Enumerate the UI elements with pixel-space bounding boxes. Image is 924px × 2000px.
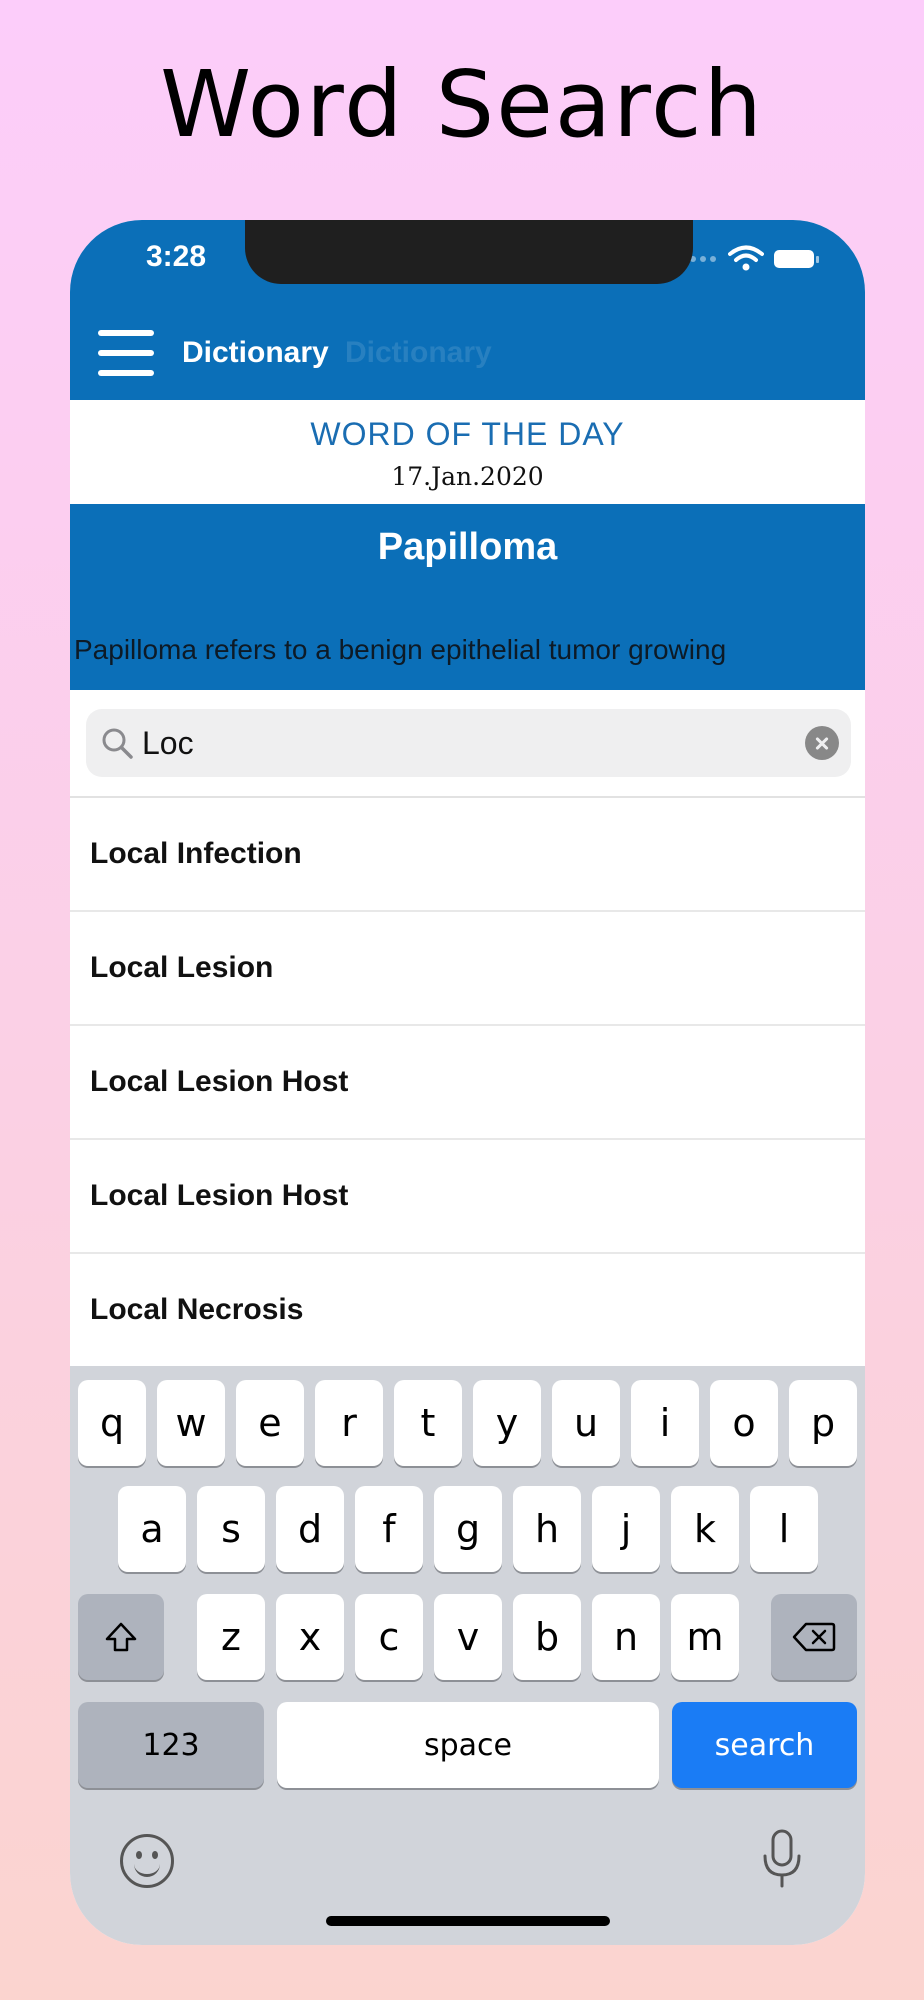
home-indicator[interactable] <box>326 1916 610 1926</box>
key-s[interactable]: s <box>197 1486 265 1572</box>
key-y[interactable]: y <box>473 1380 541 1466</box>
word-of-the-day-word: Papilloma <box>377 526 558 568</box>
phone-screen: 3:28 Dictionary Dictionary WORD OF THE D… <box>70 220 865 1945</box>
microphone-icon[interactable] <box>760 1828 804 1890</box>
key-a[interactable]: a <box>118 1486 186 1572</box>
key-u[interactable]: u <box>552 1380 620 1466</box>
clear-search-icon[interactable] <box>805 726 839 760</box>
key-i[interactable]: i <box>631 1380 699 1466</box>
result-item[interactable]: Local Lesion Host <box>70 1026 865 1140</box>
key-z[interactable]: z <box>197 1594 265 1680</box>
space-key[interactable]: space <box>277 1702 659 1788</box>
shift-key[interactable] <box>78 1594 164 1680</box>
delete-key[interactable] <box>771 1594 857 1680</box>
status-time: 3:28 <box>146 240 207 273</box>
key-v[interactable]: v <box>434 1594 502 1680</box>
key-e[interactable]: e <box>236 1380 304 1466</box>
search-results-list: Local Infection Local Lesion Local Lesio… <box>70 798 865 1366</box>
search-area <box>70 690 865 798</box>
search-icon <box>102 728 133 759</box>
result-item[interactable]: Local Lesion Host <box>70 1140 865 1254</box>
hamburger-menu-icon[interactable] <box>98 330 154 376</box>
word-of-the-day-definition: Papilloma refers to a benign epithelial … <box>74 634 727 665</box>
result-item[interactable]: Local Infection <box>70 798 865 912</box>
backspace-icon <box>792 1622 836 1652</box>
key-b[interactable]: b <box>513 1594 581 1680</box>
promo-title: Word Search <box>160 51 764 158</box>
key-p[interactable]: p <box>789 1380 857 1466</box>
key-k[interactable]: k <box>671 1486 739 1572</box>
word-of-the-day-header: WORD OF THE DAY 17.Jan.2020 <box>70 400 865 504</box>
key-n[interactable]: n <box>592 1594 660 1680</box>
device-notch <box>245 220 693 284</box>
key-c[interactable]: c <box>355 1594 423 1680</box>
battery-icon <box>774 250 819 268</box>
app-title-ghost: Dictionary <box>345 336 492 369</box>
search-bar[interactable] <box>86 709 851 777</box>
search-key[interactable]: search <box>672 1702 857 1788</box>
key-h[interactable]: h <box>513 1486 581 1572</box>
key-q[interactable]: q <box>78 1380 146 1466</box>
word-of-the-day-heading: WORD OF THE DAY <box>310 416 625 452</box>
key-w[interactable]: w <box>157 1380 225 1466</box>
word-of-the-day-date: 17.Jan.2020 <box>391 462 544 491</box>
key-l[interactable]: l <box>750 1486 818 1572</box>
key-t[interactable]: t <box>394 1380 462 1466</box>
key-g[interactable]: g <box>434 1486 502 1572</box>
key-d[interactable]: d <box>276 1486 344 1572</box>
result-item[interactable]: Local Necrosis <box>70 1254 865 1366</box>
key-m[interactable]: m <box>671 1594 739 1680</box>
numbers-key[interactable]: 123 <box>78 1702 264 1788</box>
word-of-the-day-panel[interactable]: Papilloma Papilloma refers to a benign e… <box>70 504 865 690</box>
search-input[interactable] <box>142 719 772 767</box>
app-title: Dictionary <box>182 336 329 369</box>
emoji-icon[interactable] <box>120 1834 174 1888</box>
key-f[interactable]: f <box>355 1486 423 1572</box>
key-r[interactable]: r <box>315 1380 383 1466</box>
on-screen-keyboard: q w e r t y u i o p a s d f g h j k l z … <box>70 1366 865 1945</box>
key-x[interactable]: x <box>276 1594 344 1680</box>
wifi-icon <box>728 245 764 271</box>
result-item[interactable]: Local Lesion <box>70 912 865 1026</box>
shift-icon <box>105 1622 137 1652</box>
key-j[interactable]: j <box>592 1486 660 1572</box>
key-o[interactable]: o <box>710 1380 778 1466</box>
